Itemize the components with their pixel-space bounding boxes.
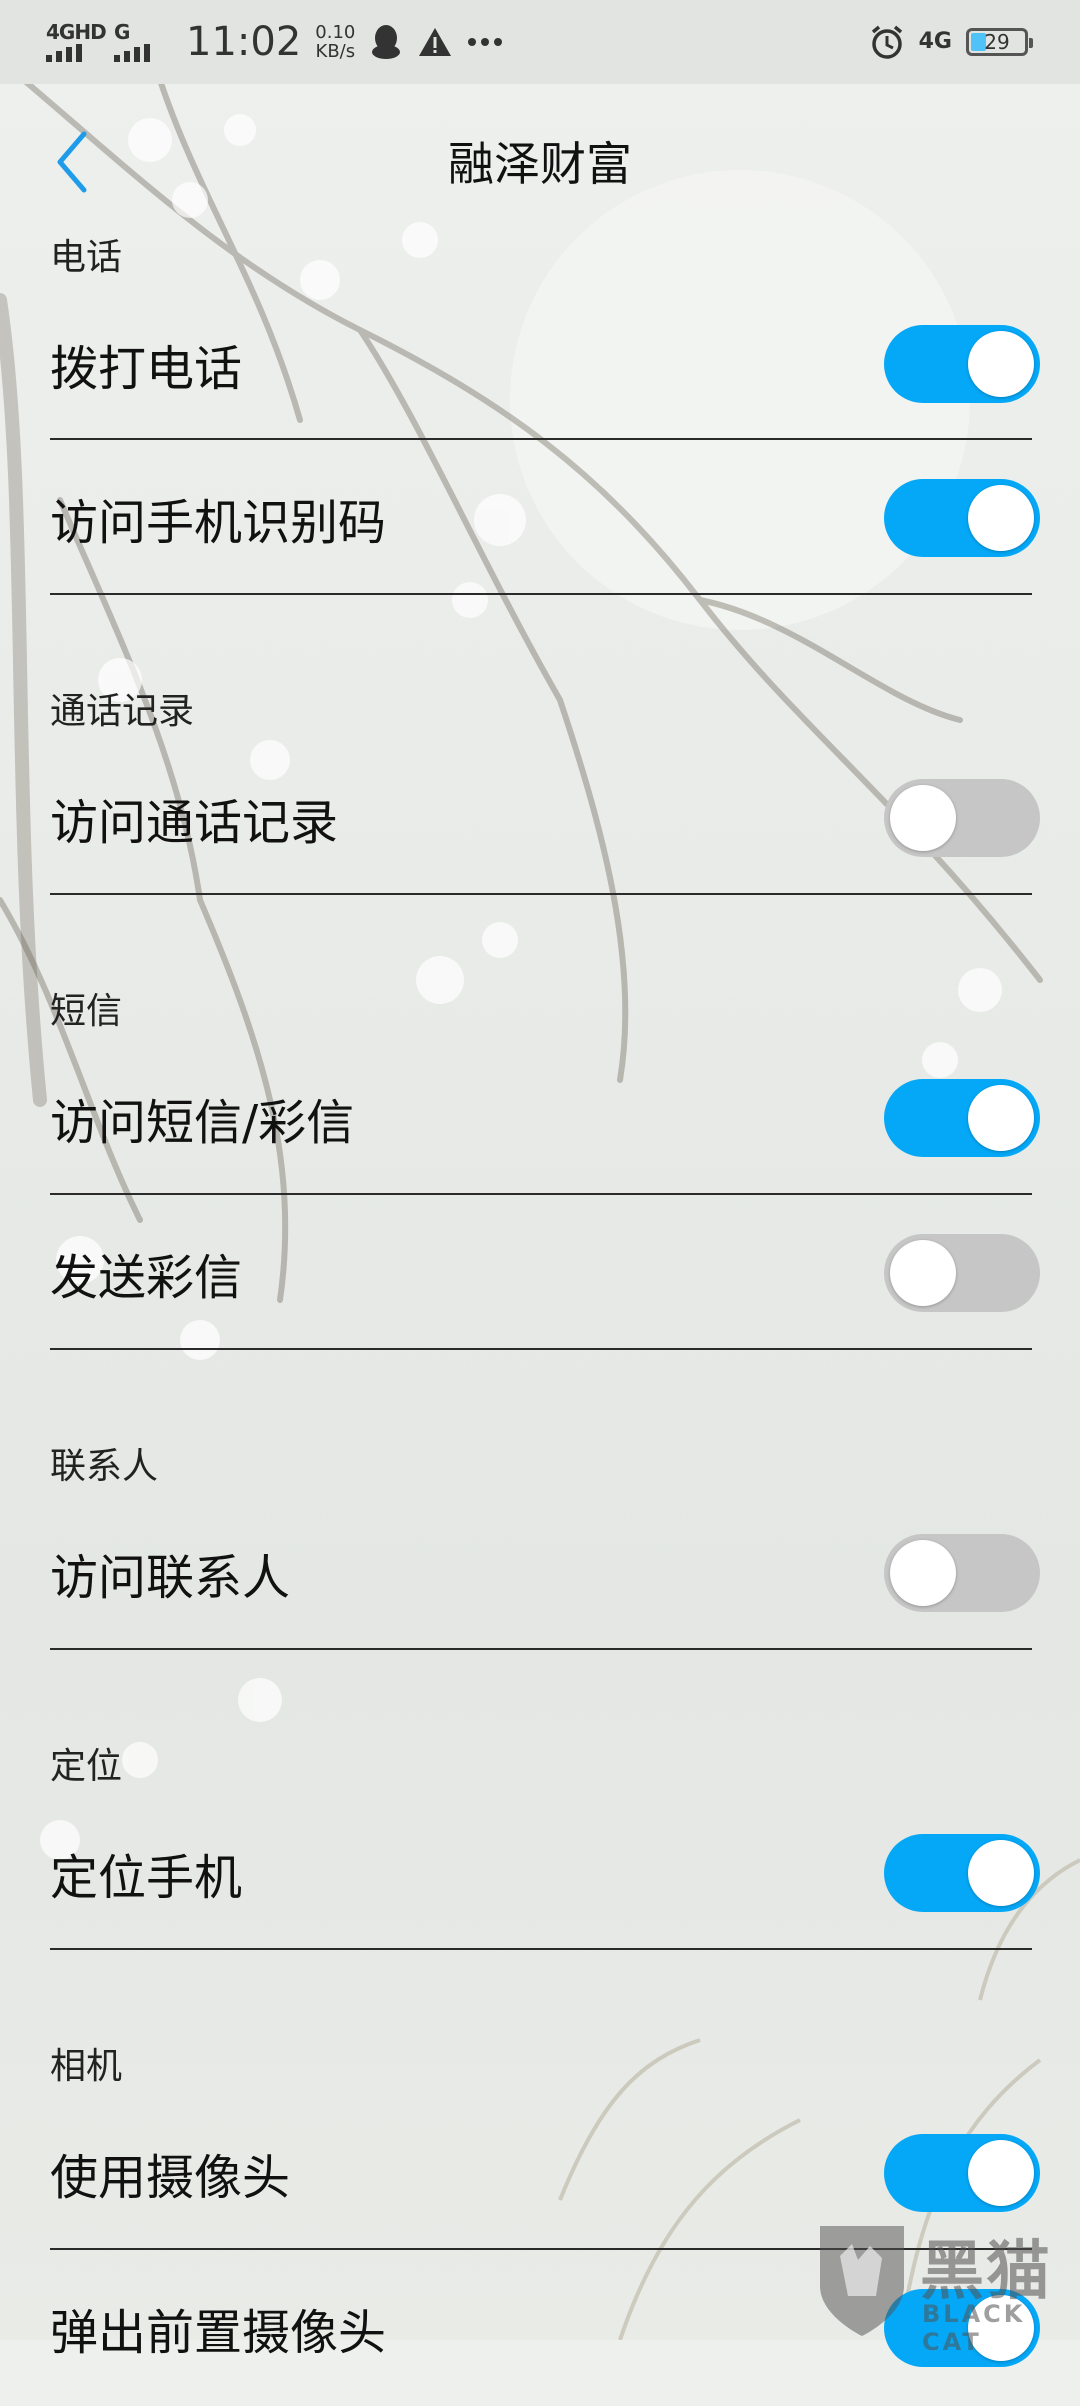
permission-label: 使用摄像头 [50, 2150, 291, 2206]
permission-toggle[interactable] [884, 1234, 1040, 1312]
status-bar: 4GHD G 11:02 0.10 KB/s 4G 29 [0, 0, 1080, 84]
permission-toggle[interactable] [884, 2289, 1040, 2367]
permission-toggle[interactable] [884, 325, 1040, 403]
app-header: 融泽财富 [0, 84, 1080, 242]
permission-label: 访问通话记录 [50, 795, 339, 851]
permission-row-device-id: 访问手机识别码 [0, 440, 1080, 596]
section-title-location: 定位 [50, 1746, 123, 1787]
section-title-camera: 相机 [50, 2046, 123, 2087]
page-title: 融泽财富 [448, 137, 632, 191]
signal-bars-icon [46, 44, 82, 62]
battery-level: 29 [984, 30, 1010, 54]
divider [50, 1948, 1032, 1950]
status-time: 11:02 [186, 19, 302, 65]
section-title-sms: 短信 [50, 991, 123, 1032]
network-type-secondary: G [114, 20, 130, 44]
permission-row-call-log: 访问通话记录 [0, 740, 1080, 896]
permission-label: 访问手机识别码 [50, 495, 387, 551]
section-title-contacts: 联系人 [50, 1446, 159, 1487]
permission-row-send-mms: 发送彩信 [0, 1195, 1080, 1351]
network-speed-unit: KB/s [315, 41, 356, 62]
signal-bars-icon [114, 44, 150, 62]
battery-icon: 29 [966, 28, 1033, 56]
permission-label: 定位手机 [50, 1850, 243, 1906]
permission-label: 拨打电话 [50, 341, 243, 397]
permission-toggle[interactable] [884, 479, 1040, 557]
divider [50, 1648, 1032, 1650]
permission-row-camera: 使用摄像头 [0, 2095, 1080, 2251]
permission-row-contacts: 访问联系人 [0, 1495, 1080, 1651]
permission-row-make-calls: 拨打电话 [0, 286, 1080, 442]
more-dots-icon [468, 38, 503, 46]
permission-row-location: 定位手机 [0, 1795, 1080, 1951]
divider [50, 593, 1032, 595]
permission-row-sms: 访问短信/彩信 [0, 1040, 1080, 1196]
permission-label: 弹出前置摄像头 [50, 2305, 387, 2361]
divider [50, 893, 1032, 895]
qq-icon [372, 25, 401, 59]
alert-triangle-icon [419, 28, 452, 56]
network-type-primary: 4GHD [46, 20, 107, 44]
alarm-icon [871, 25, 902, 59]
network-type-right: 4G [918, 29, 952, 54]
permission-label: 访问联系人 [50, 1550, 291, 1606]
permission-toggle[interactable] [884, 779, 1040, 857]
secondary-signal: G [114, 22, 168, 62]
divider [50, 1348, 1032, 1350]
permission-toggle[interactable] [884, 1079, 1040, 1157]
permission-toggle[interactable] [884, 1534, 1040, 1612]
section-title-call-log: 通话记录 [50, 691, 195, 732]
permission-toggle[interactable] [884, 1834, 1040, 1912]
permission-label: 发送彩信 [50, 1250, 243, 1306]
network-speed-value: 0.10 [315, 22, 356, 43]
permission-row-front-camera: 弹出前置摄像头 [0, 2250, 1080, 2406]
permission-toggle[interactable] [884, 2134, 1040, 2212]
network-speed: 0.10 KB/s [315, 23, 355, 61]
primary-signal: 4GHD [46, 22, 107, 62]
permission-label: 访问短信/彩信 [50, 1095, 355, 1151]
